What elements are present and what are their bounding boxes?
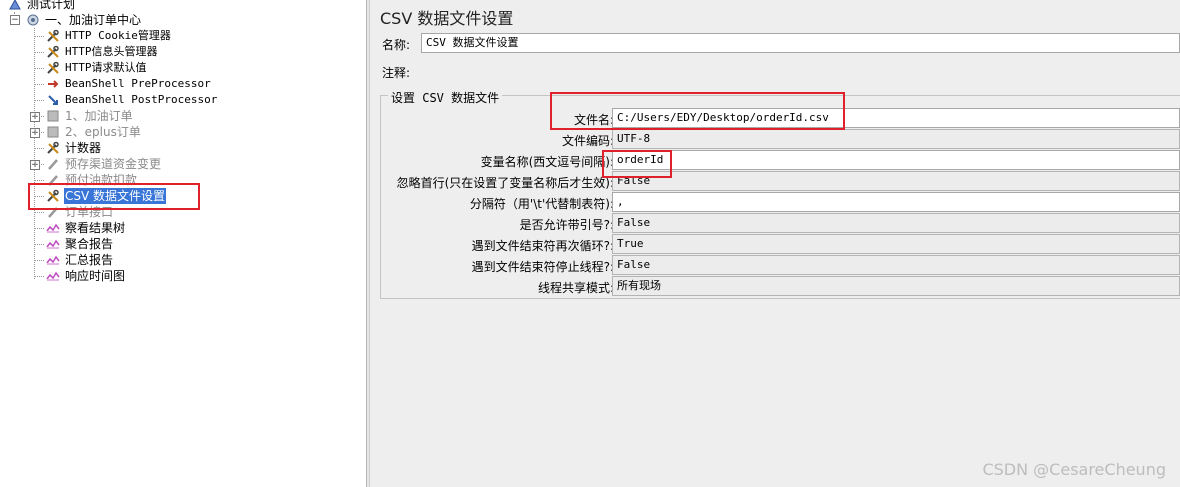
tree-connector [35, 100, 44, 101]
tree-connector [35, 132, 44, 133]
tree-node[interactable]: HTTP请求默认值 [35, 60, 148, 76]
wrench-icon [46, 29, 60, 43]
tree-connector [35, 260, 44, 261]
tree-node-label: HTTP请求默认值 [65, 61, 147, 74]
tree-node[interactable]: 响应时间图 [35, 268, 126, 284]
listener-icon [46, 269, 60, 283]
controller-icon [46, 109, 60, 123]
tree-connector [35, 148, 44, 149]
listener-icon [46, 221, 60, 235]
expand-toggle[interactable]: + [30, 160, 40, 170]
tree-connector [34, 28, 35, 279]
csv-field-input[interactable]: orderId [612, 150, 1180, 170]
collapse-toggle[interactable]: − [10, 15, 20, 25]
tree-connector [35, 52, 44, 53]
tree-node-label: 聚合报告 [65, 237, 114, 251]
tree-node-label: 2、eplus订单 [65, 125, 141, 139]
tree-node-label: 响应时间图 [65, 269, 126, 283]
csv-field-label: 遇到文件结束符停止线程?: [471, 260, 614, 274]
tree-node[interactable]: HTTP信息头管理器 [35, 44, 159, 60]
csv-field-label: 是否允许带引号?: [519, 218, 614, 232]
tree-root-node[interactable]: 测试计划 [8, 0, 76, 12]
preprocessor-icon [46, 77, 60, 91]
tree-node-label: HTTP Cookie管理器 [65, 29, 171, 42]
tree-connector [35, 212, 44, 213]
wrench-icon [46, 141, 60, 155]
tree-node[interactable]: BeanShell PostProcessor [35, 92, 218, 108]
tree-connector [35, 180, 44, 181]
tree-node-label: BeanShell PostProcessor [65, 93, 218, 106]
thread-group-icon [26, 13, 40, 27]
tree-group-node[interactable]: 一、加油订单中心 [26, 12, 142, 28]
watermark: CSDN @CesareCheung [982, 460, 1166, 479]
csv-settings-legend: 设置 CSV 数据文件 [388, 89, 503, 106]
tree-group-label: 一、加油订单中心 [45, 13, 142, 27]
tree-node-label: 预存渠道资金变更 [65, 157, 162, 171]
tree-node-label: 1、加油订单 [65, 109, 133, 123]
csv-field-label: 忽略首行(只在设置了变量名称后才生效): [396, 176, 614, 190]
tree-node[interactable]: BeanShell PreProcessor [35, 76, 212, 92]
csv-field-input[interactable]: False [612, 255, 1180, 275]
comment-input[interactable] [421, 61, 1180, 81]
wrench-icon [46, 61, 60, 75]
wrench-icon [46, 45, 60, 59]
csv-field-input[interactable]: UTF-8 [612, 129, 1180, 149]
tree-connector [35, 68, 44, 69]
expand-toggle[interactable]: + [30, 128, 40, 138]
tree-connector [35, 84, 44, 85]
test-plan-icon [8, 0, 22, 11]
highlight-box-filename [550, 92, 845, 130]
tree-connector [35, 164, 44, 165]
tree-node[interactable]: 计数器 [35, 140, 102, 156]
tree-node-label: BeanShell PreProcessor [65, 77, 211, 90]
postprocessor-icon [46, 93, 60, 107]
tree-node[interactable]: 预存渠道资金变更 [35, 156, 162, 172]
csv-field-input[interactable]: , [612, 192, 1180, 212]
tree-connector [35, 36, 44, 37]
listener-icon [46, 253, 60, 267]
tree-node[interactable]: 1、加油订单 [35, 108, 134, 124]
csv-field-label: 线程共享模式: [537, 281, 614, 295]
listener-icon [46, 237, 60, 251]
name-input[interactable]: CSV 数据文件设置 [421, 33, 1180, 53]
tree-connector [35, 228, 44, 229]
csv-config-panel: CSV 数据文件设置 名称: CSV 数据文件设置 注释: 设置 CSV 数据文… [370, 0, 1180, 487]
tree-connector [35, 244, 44, 245]
csv-field-input[interactable]: True [612, 234, 1180, 254]
csv-field-label: 变量名称(西文逗号间隔): [480, 155, 614, 169]
controller-icon [46, 125, 60, 139]
tree-node[interactable]: 汇总报告 [35, 252, 114, 268]
test-plan-tree[interactable]: 测试计划 − 一、加油订单中心 + + + HTTP Cookie管理器 HTTP… [0, 0, 366, 487]
panel-title: CSV 数据文件设置 [380, 9, 514, 28]
expand-toggle[interactable]: + [30, 112, 40, 122]
csv-field-label: 分隔符（用'\t'代替制表符): [469, 197, 614, 211]
highlight-box-varname [602, 150, 672, 178]
tree-connector [35, 276, 44, 277]
tree-node[interactable]: 聚合报告 [35, 236, 114, 252]
highlight-box-selected-node [28, 183, 200, 210]
tree-node-label: 察看结果树 [65, 221, 126, 235]
sampler-icon [46, 157, 60, 171]
csv-field-input[interactable]: 所有现场 [612, 276, 1180, 296]
tree-node[interactable]: HTTP Cookie管理器 [35, 28, 172, 44]
csv-field-input[interactable]: False [612, 171, 1180, 191]
tree-node-label: 计数器 [65, 141, 102, 155]
tree-node-label: HTTP信息头管理器 [65, 45, 158, 58]
csv-field-label: 文件编码: [561, 134, 614, 148]
comment-label: 注释: [382, 66, 411, 80]
csv-field-label: 遇到文件结束符再次循环?: [471, 239, 614, 253]
tree-node[interactable]: 察看结果树 [35, 220, 126, 236]
csv-field-input[interactable]: False [612, 213, 1180, 233]
tree-connector [35, 116, 44, 117]
name-label: 名称: [382, 38, 411, 52]
tree-node-label: 汇总报告 [65, 253, 114, 267]
tree-root-label: 测试计划 [27, 0, 76, 11]
tree-node[interactable]: 2、eplus订单 [35, 124, 142, 140]
